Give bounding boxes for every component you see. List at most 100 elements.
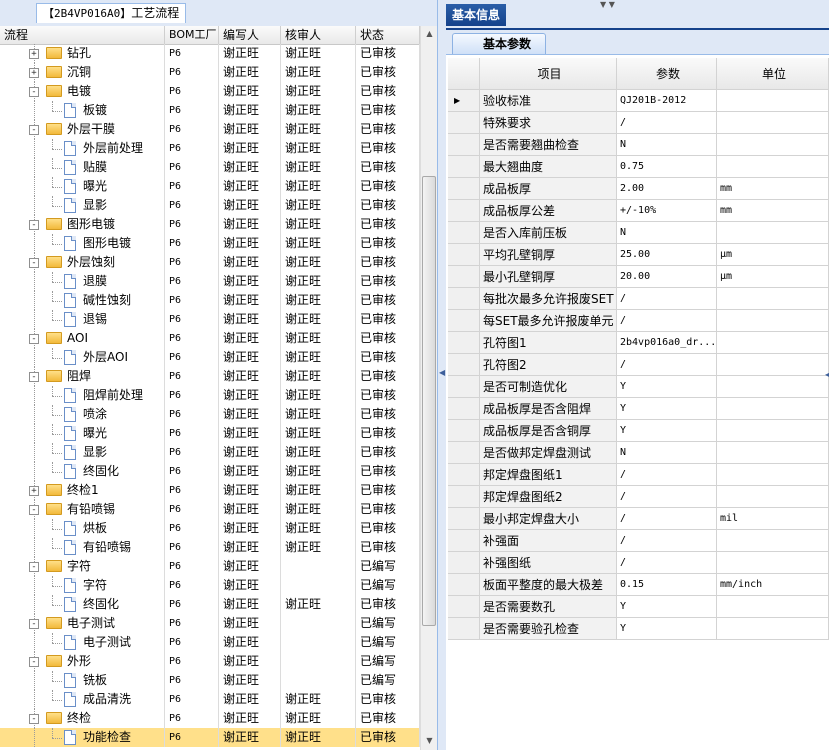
param-value-cell[interactable]: Y (617, 618, 717, 640)
tree-step-row[interactable]: 烘板 P6 谢正旺 谢正旺 已审核 (0, 519, 420, 538)
param-row[interactable]: 成品板厚公差 +/-10% mm (448, 200, 829, 222)
param-unit-cell[interactable]: mm (717, 200, 829, 222)
collapse-minus-icon[interactable]: - (29, 619, 39, 629)
process-cell[interactable]: 铣板 (0, 671, 165, 690)
tree-step-row[interactable]: 成品清洗 P6 谢正旺 谢正旺 已审核 (0, 690, 420, 709)
tree-group-row[interactable]: - 外层干膜 P6 谢正旺 谢正旺 已审核 (0, 120, 420, 139)
param-row[interactable]: 孔符图2/ (448, 354, 829, 376)
param-value-cell[interactable]: / (617, 552, 717, 574)
tree-group-row[interactable]: - 字符 P6 谢正旺 已编写 (0, 557, 420, 576)
panel-splitter[interactable]: ◀ (438, 0, 446, 750)
param-value-cell[interactable]: / (617, 464, 717, 486)
process-cell[interactable]: 烘板 (0, 519, 165, 538)
param-value-cell[interactable]: Y (617, 398, 717, 420)
param-value-cell[interactable]: N (617, 222, 717, 244)
process-cell[interactable]: 字符 (0, 576, 165, 595)
param-unit-cell[interactable] (717, 530, 829, 552)
expand-plus-icon[interactable]: + (29, 486, 39, 496)
param-value-cell[interactable]: QJ201B-2012 (617, 90, 717, 112)
tree-group-row[interactable]: + 终检1 P6 谢正旺 谢正旺 已审核 (0, 481, 420, 500)
process-cell[interactable]: 显影 (0, 196, 165, 215)
tree-step-row[interactable]: 显影 P6 谢正旺 谢正旺 已审核 (0, 196, 420, 215)
row-indicator[interactable] (448, 618, 480, 640)
collapse-minus-icon[interactable]: - (29, 505, 39, 515)
param-value-cell[interactable]: 0.15 (617, 574, 717, 596)
param-row[interactable]: 孔符图1 2b4vp016a0_dr... (448, 332, 829, 354)
param-unit-cell[interactable] (717, 486, 829, 508)
process-cell[interactable]: 退膜 (0, 272, 165, 291)
tree-step-row[interactable]: 外层前处理 P6 谢正旺 谢正旺 已审核 (0, 139, 420, 158)
process-cell[interactable]: 显影 (0, 443, 165, 462)
param-unit-cell[interactable] (717, 134, 829, 156)
row-indicator[interactable] (448, 310, 480, 332)
param-value-cell[interactable]: / (617, 530, 717, 552)
row-indicator[interactable] (448, 332, 480, 354)
tree-step-row[interactable]: 外层AOI P6 谢正旺 谢正旺 已审核 (0, 348, 420, 367)
param-row[interactable]: 是否入库前压板 N (448, 222, 829, 244)
tree-step-row[interactable]: 退锡 P6 谢正旺 谢正旺 已审核 (0, 310, 420, 329)
param-unit-cell[interactable]: μm (717, 266, 829, 288)
tree-step-row[interactable]: 曝光 P6 谢正旺 谢正旺 已审核 (0, 424, 420, 443)
param-value-cell[interactable]: / (617, 112, 717, 134)
row-indicator[interactable] (448, 530, 480, 552)
process-cell[interactable]: 曝光 (0, 424, 165, 443)
tree-group-row[interactable]: - 电镀 P6 谢正旺 谢正旺 已审核 (0, 82, 420, 101)
tree-step-row[interactable]: 图形电镀 P6 谢正旺 谢正旺 已审核 (0, 234, 420, 253)
process-cell[interactable]: - 字符 (0, 557, 165, 576)
param-value-cell[interactable]: Y (617, 596, 717, 618)
param-unit-cell[interactable] (717, 222, 829, 244)
collapse-left-arrow-icon[interactable]: ◀ (439, 368, 445, 377)
param-value-cell[interactable]: / (617, 486, 717, 508)
process-cell[interactable]: 功能检查 (0, 728, 165, 747)
param-value-cell[interactable]: 20.00 (617, 266, 717, 288)
param-row[interactable]: 补强面 / (448, 530, 829, 552)
param-value-cell[interactable]: / (617, 508, 717, 530)
scroll-thumb[interactable] (422, 176, 436, 626)
param-row[interactable]: 成品板厚是否含阻焊 Y (448, 398, 829, 420)
tree-step-row[interactable]: 曝光 P6 谢正旺 谢正旺 已审核 (0, 177, 420, 196)
param-value-cell[interactable]: +/-10% (617, 200, 717, 222)
col-header-bom-factory[interactable]: BOM工厂 (165, 26, 219, 44)
param-row[interactable]: 是否可制造优化 Y (448, 376, 829, 398)
tree-step-row[interactable]: 字符 P6 谢正旺 已编写 (0, 576, 420, 595)
collapse-minus-icon[interactable]: - (29, 562, 39, 572)
param-unit-cell[interactable] (717, 464, 829, 486)
row-indicator[interactable] (448, 464, 480, 486)
process-cell[interactable]: 板镀 (0, 101, 165, 120)
top-splitter-arrows-icon[interactable]: ▼ ▼ (600, 0, 615, 9)
process-cell[interactable]: 阻焊前处理 (0, 386, 165, 405)
process-cell[interactable]: - 电镀 (0, 82, 165, 101)
process-cell[interactable]: - 外层蚀刻 (0, 253, 165, 272)
process-cell[interactable]: - 外层干膜 (0, 120, 165, 139)
param-unit-cell[interactable] (717, 552, 829, 574)
row-indicator[interactable] (448, 486, 480, 508)
row-indicator[interactable] (448, 596, 480, 618)
tree-step-row[interactable]: 板镀 P6 谢正旺 谢正旺 已审核 (0, 101, 420, 120)
param-value-cell[interactable]: N (617, 134, 717, 156)
expand-plus-icon[interactable]: + (29, 49, 39, 59)
process-cell[interactable]: 成品清洗 (0, 690, 165, 709)
row-indicator[interactable] (448, 398, 480, 420)
process-cell[interactable]: - 阻焊 (0, 367, 165, 386)
process-cell[interactable]: + 钻孔 (0, 44, 165, 63)
tree-group-row[interactable]: - 外形 P6 谢正旺 已编写 (0, 652, 420, 671)
param-unit-cell[interactable] (717, 354, 829, 376)
param-unit-cell[interactable] (717, 442, 829, 464)
param-value-cell[interactable]: N (617, 442, 717, 464)
process-cell[interactable]: 曝光 (0, 177, 165, 196)
tree-step-row[interactable]: 铣板 P6 谢正旺 已编写 (0, 671, 420, 690)
left-vertical-scrollbar[interactable]: ▲ ▼ (420, 26, 437, 750)
param-unit-cell[interactable]: mm/inch (717, 574, 829, 596)
col-header-reviewer[interactable]: 核审人 (281, 26, 356, 44)
tree-group-row[interactable]: - 终检 P6 谢正旺 谢正旺 已审核 (0, 709, 420, 728)
param-row[interactable]: 成品板厚 2.00 mm (448, 178, 829, 200)
collapse-minus-icon[interactable]: - (29, 657, 39, 667)
row-indicator[interactable] (448, 222, 480, 244)
param-value-cell[interactable]: Y (617, 420, 717, 442)
tree-group-row[interactable]: - 外层蚀刻 P6 谢正旺 谢正旺 已审核 (0, 253, 420, 272)
param-row[interactable]: 补强图纸 / (448, 552, 829, 574)
tab-basic-info[interactable]: 基本信息 (446, 4, 507, 26)
collapse-minus-icon[interactable]: - (29, 334, 39, 344)
scroll-up-arrow-icon[interactable]: ▲ (421, 26, 437, 42)
row-indicator[interactable] (448, 376, 480, 398)
